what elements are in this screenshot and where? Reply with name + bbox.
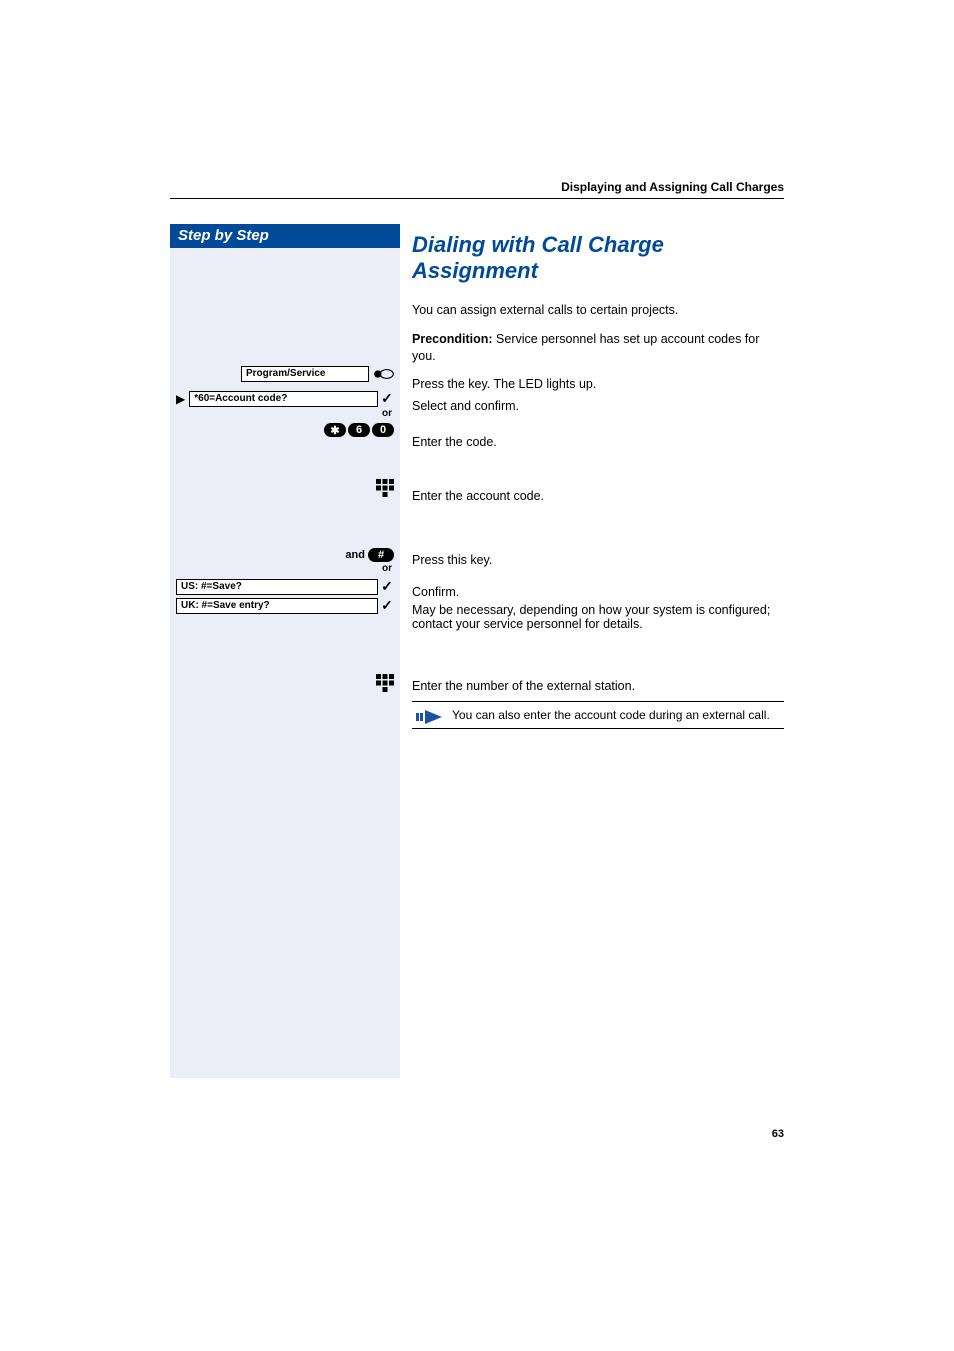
and-label: and (345, 549, 365, 561)
hash-key-icon: # (368, 548, 394, 562)
step-enter-code: Enter the code. (412, 435, 784, 449)
precondition-label: Precondition: (412, 332, 493, 346)
running-header: Displaying and Assigning Call Charges (170, 180, 784, 194)
step-confirm: Confirm. (412, 585, 784, 599)
six-key-icon: 6 (348, 423, 370, 437)
star-key-icon: ✱ (324, 423, 346, 437)
main-content: Dialing with Call Charge Assignment You … (412, 224, 784, 729)
section-heading: Dialing with Call Charge Assignment (412, 232, 784, 284)
or-label: or (176, 408, 392, 419)
step-press-led: Press the key. The LED lights up. (412, 377, 784, 391)
note-box: You can also enter the account code duri… (412, 701, 784, 729)
step-press-this-key: Press this key. (412, 553, 784, 567)
or-label-2: or (176, 563, 392, 574)
page-number: 63 (170, 1128, 784, 1140)
note-text: You can also enter the account code duri… (452, 708, 770, 722)
checkmark-icon: ✓ (380, 597, 394, 614)
note-arrow-icon (416, 708, 444, 729)
keypad-icon (376, 479, 394, 500)
uk-save-prompt: UK: #=Save entry? (176, 598, 378, 614)
checkmark-icon: ✓ (380, 390, 394, 407)
keypad-icon (376, 674, 394, 695)
step-by-step-title: Step by Step (170, 224, 400, 248)
zero-key-icon: 0 (372, 423, 394, 437)
step-select-confirm: Select and confirm. (412, 399, 784, 413)
led-icon (372, 368, 394, 380)
step-by-step-column: Step by Step Program/Service (170, 224, 400, 1078)
program-service-key-label: Program/Service (241, 366, 369, 382)
checkmark-icon: ✓ (380, 578, 394, 595)
step-may-be-necessary: May be necessary, depending on how your … (412, 603, 784, 631)
menu-triangle-icon: ▶ (176, 392, 185, 406)
us-save-prompt: US: #=Save? (176, 579, 378, 595)
header-rule (170, 198, 784, 199)
account-code-prompt: *60=Account code? (189, 391, 378, 407)
intro-text: You can assign external calls to certain… (412, 302, 784, 319)
step-enter-account-code: Enter the account code. (412, 489, 784, 503)
step-enter-external: Enter the number of the external station… (412, 679, 784, 693)
